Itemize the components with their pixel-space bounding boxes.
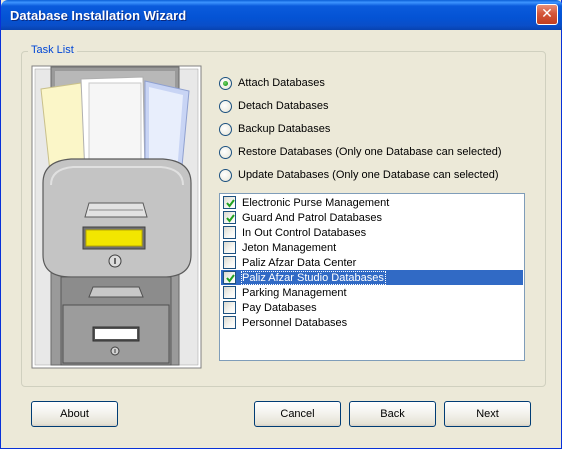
radio-button[interactable]: [219, 99, 232, 113]
list-item-label: In Out Control Databases: [242, 226, 367, 239]
list-item-label: Pay Databases: [242, 301, 317, 314]
checkbox[interactable]: [223, 241, 236, 254]
list-item-label: Electronic Purse Management: [242, 196, 390, 209]
checkbox[interactable]: [223, 196, 236, 209]
close-icon: ✕: [541, 6, 553, 22]
window-title: Database Installation Wizard: [10, 8, 187, 23]
list-item[interactable]: In Out Control Databases: [221, 225, 523, 240]
file-cabinet-icon: [31, 65, 202, 369]
radio-button[interactable]: [219, 76, 232, 90]
close-button[interactable]: ✕: [536, 4, 558, 25]
list-item[interactable]: Electronic Purse Management: [221, 195, 523, 210]
radio-button[interactable]: [219, 122, 232, 136]
list-item-label: Guard And Patrol Databases: [242, 211, 383, 224]
checkbox[interactable]: [223, 271, 236, 284]
radio-attach-databases[interactable]: Attach Databases: [219, 75, 325, 91]
list-item[interactable]: Personnel Databases: [221, 315, 523, 330]
list-item[interactable]: Guard And Patrol Databases: [221, 210, 523, 225]
list-item-selected[interactable]: Paliz Afzar Studio Databases: [221, 270, 523, 285]
radio-label: Update Databases (Only one Database can …: [238, 169, 499, 181]
task-list-label: Task List: [28, 44, 77, 56]
radio-restore-databases[interactable]: Restore Databases (Only one Database can…: [219, 144, 502, 160]
wizard-window: Database Installation Wizard ✕ Task List: [0, 0, 562, 449]
checkmark-icon: [226, 274, 235, 283]
database-checklist[interactable]: Electronic Purse Management Guard And Pa…: [219, 193, 525, 361]
radio-label: Backup Databases: [238, 123, 331, 135]
radio-label: Restore Databases (Only one Database can…: [238, 146, 502, 158]
checkbox[interactable]: [223, 226, 236, 239]
about-button[interactable]: About: [31, 401, 118, 427]
checkbox[interactable]: [223, 286, 236, 299]
checkbox[interactable]: [223, 301, 236, 314]
radio-update-databases[interactable]: Update Databases (Only one Database can …: [219, 167, 499, 183]
radio-button[interactable]: [219, 145, 232, 159]
list-item[interactable]: Parking Management: [221, 285, 523, 300]
back-button[interactable]: Back: [349, 401, 436, 427]
checkbox[interactable]: [223, 211, 236, 224]
radio-backup-databases[interactable]: Backup Databases: [219, 121, 330, 137]
list-item[interactable]: Pay Databases: [221, 300, 523, 315]
cancel-button[interactable]: Cancel: [254, 401, 341, 427]
radio-detach-databases[interactable]: Detach Databases: [219, 98, 329, 114]
list-item[interactable]: Jeton Management: [221, 240, 523, 255]
radio-label: Detach Databases: [238, 100, 329, 112]
radio-label: Attach Databases: [238, 77, 325, 89]
list-item-label: Paliz Afzar Data Center: [242, 256, 357, 269]
checkbox[interactable]: [223, 256, 236, 269]
checkmark-icon: [226, 214, 235, 223]
list-item[interactable]: Paliz Afzar Data Center: [221, 255, 523, 270]
next-button[interactable]: Next: [444, 401, 531, 427]
list-item-label: Paliz Afzar Studio Databases: [241, 270, 386, 285]
list-item-label: Parking Management: [242, 286, 347, 299]
list-item-label: Personnel Databases: [242, 316, 348, 329]
list-item-label: Jeton Management: [242, 241, 337, 254]
checkmark-icon: [226, 199, 235, 208]
client-area: Task List Attach Databases Detach Databa…: [4, 30, 558, 445]
radio-button[interactable]: [219, 168, 232, 182]
checkbox[interactable]: [223, 316, 236, 329]
title-bar[interactable]: Database Installation Wizard ✕: [1, 0, 562, 30]
